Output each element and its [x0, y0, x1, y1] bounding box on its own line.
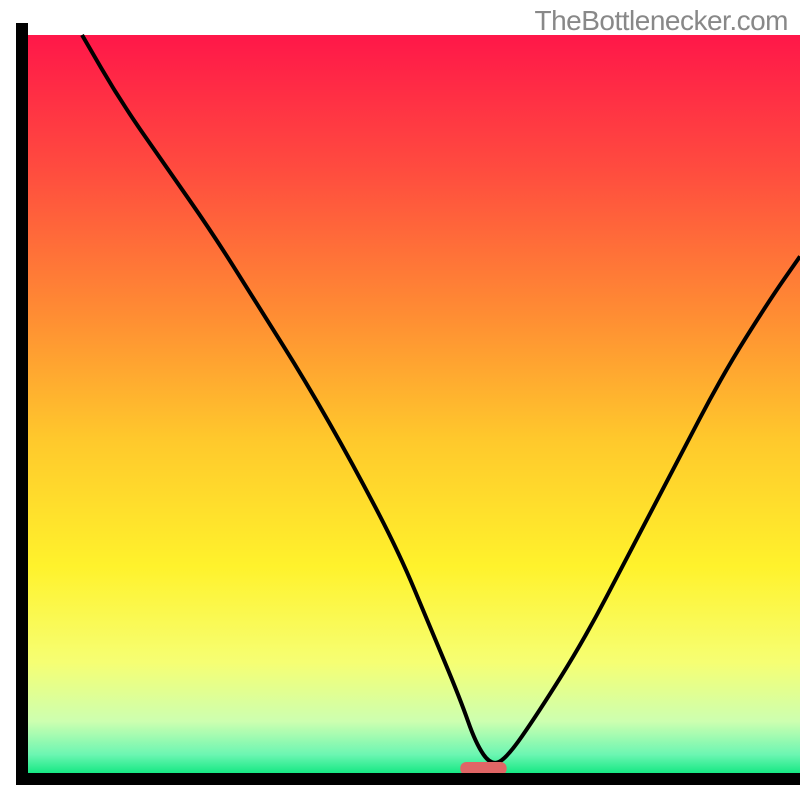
bottleneck-chart [0, 0, 800, 800]
chart-svg [0, 0, 800, 800]
chart-frame-bottom [16, 773, 800, 785]
chart-frame-left [16, 23, 28, 785]
plot-background [28, 35, 800, 773]
